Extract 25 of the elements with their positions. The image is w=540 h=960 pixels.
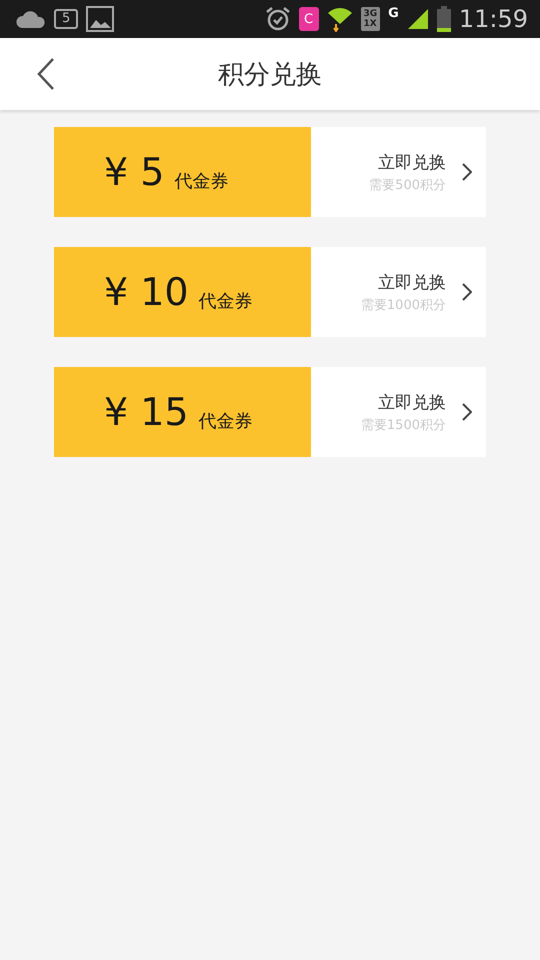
network-indicator: 3G 1X (360, 7, 380, 31)
voucher-amount: ¥ 15 (104, 390, 189, 434)
voucher-label: 代金券 (174, 170, 228, 193)
cloud-icon (16, 9, 46, 29)
wifi-icon (326, 6, 352, 32)
redeem-label: 立即兑换 (378, 392, 446, 414)
chevron-right-icon (462, 283, 472, 301)
chevron-right-icon (462, 403, 472, 421)
signal-icon (406, 8, 429, 30)
clock-time: 11:59 (458, 5, 528, 33)
image-icon (86, 6, 114, 32)
battery-icon (436, 6, 451, 32)
voucher-label: 代金券 (198, 410, 253, 433)
redeem-label: 立即兑换 (378, 272, 446, 294)
notification-count: 5 (54, 9, 78, 29)
voucher-amount: ¥ 5 (104, 150, 164, 194)
voucher-label: 代金券 (198, 290, 253, 313)
page-title: 积分兑换 (218, 58, 322, 92)
alarm-clock-icon (264, 6, 290, 32)
network-type: G (388, 6, 399, 21)
redeem-label: 立即兑换 (378, 152, 446, 174)
back-button[interactable] (36, 57, 56, 91)
chevron-right-icon (462, 163, 472, 181)
app-badge: C (298, 7, 318, 31)
voucher-amount: ¥ 10 (104, 270, 189, 314)
